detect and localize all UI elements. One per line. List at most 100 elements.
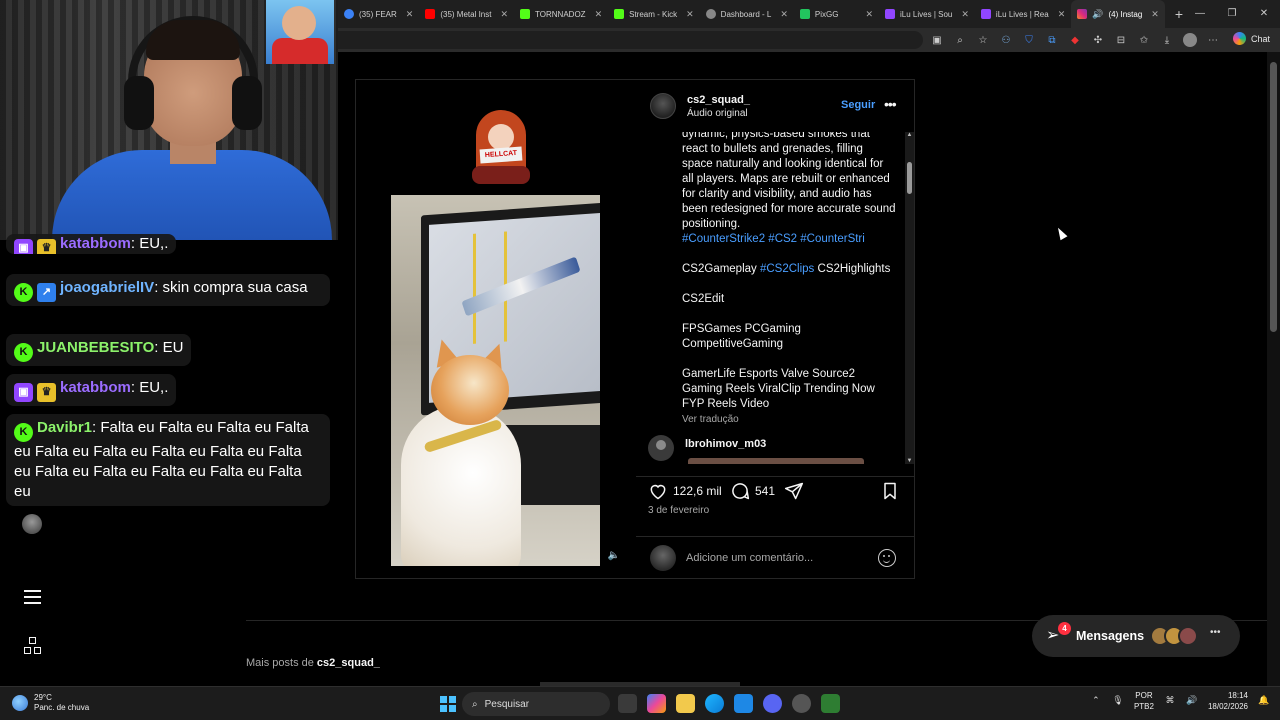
close-icon[interactable]: ✕ <box>961 9 969 20</box>
more-options-icon[interactable]: ⋯ <box>1206 33 1220 47</box>
red-extension-icon[interactable]: ◆ <box>1068 33 1082 47</box>
caption-scrollbar[interactable]: ▲ ▼ <box>905 132 914 464</box>
address-bar[interactable] <box>338 31 923 49</box>
notifications-icon[interactable]: 🔔 <box>1258 695 1270 707</box>
youtube-icon <box>425 9 436 19</box>
video-player[interactable] <box>391 195 600 566</box>
scrollbar-thumb[interactable] <box>1270 62 1277 332</box>
close-icon[interactable]: ✕ <box>780 9 788 20</box>
save-button[interactable] <box>880 481 900 501</box>
author-username[interactable]: cs2_squad_ <box>687 94 750 106</box>
copilot-chat-button[interactable]: Chat <box>1232 32 1270 45</box>
close-icon[interactable]: ✕ <box>595 9 603 20</box>
like-button[interactable]: 122,6 mil <box>648 481 722 501</box>
volume-icon[interactable]: 🔈 <box>604 550 624 566</box>
volume-icon[interactable]: 🔊 <box>1186 695 1198 707</box>
post-info-panel: cs2_squad_ Áudio original Seguir ••• dyn… <box>636 80 914 578</box>
follow-button[interactable]: Seguir <box>841 99 875 111</box>
hashtag-link[interactable]: #CounterStrike2 #CS2 #CounterStri <box>682 233 865 245</box>
app-available-icon[interactable]: ▣ <box>930 33 944 47</box>
close-icon[interactable]: ✕ <box>686 9 694 20</box>
caption-scroll-area[interactable]: dynamic, physics-based smokes that react… <box>636 132 914 464</box>
post-actions: 122,6 mil 541 <box>636 476 914 500</box>
browser-tab[interactable]: iLu Lives | Sou ✕ <box>879 0 975 28</box>
hashtag-link[interactable]: #CS2Clips <box>760 263 814 275</box>
system-tray: ⌃ 🎙 POR PTB2 ⌘ 🔊 18:14 18/02/2026 🔔 <box>1090 690 1270 712</box>
menu-hamburger-icon[interactable] <box>24 590 41 604</box>
taskbar-search[interactable]: ⌕ Pesquisar <box>462 692 610 716</box>
comment-count: 541 <box>755 484 776 498</box>
close-icon[interactable]: ✕ <box>1058 9 1066 20</box>
browser-toolbar: ▣ ⌕ ☆ ⚇ ⛉ ⧉ ◆ ✣ ⊟ ✩ ⤓ ⋯ Chat <box>338 28 1280 52</box>
translate-extension-icon[interactable]: ⧉ <box>1045 33 1059 47</box>
more-options-icon[interactable]: ••• <box>884 96 897 112</box>
comment-input[interactable]: Adicione um comentário... <box>686 552 813 564</box>
profile-avatar[interactable] <box>1183 33 1197 47</box>
superman-poster-image <box>266 0 334 64</box>
tab-favicon-icon <box>344 9 354 19</box>
file-explorer-icon[interactable] <box>676 694 695 713</box>
messages-button[interactable]: ➢ 4 Mensagens ••• <box>1032 615 1240 657</box>
scroll-up-icon[interactable]: ▲ <box>905 132 914 138</box>
more-icon[interactable]: ••• <box>1210 627 1221 638</box>
close-icon[interactable]: ✕ <box>865 9 873 20</box>
browser-tab[interactable]: TORNNADOZ ✕ <box>514 0 608 28</box>
browser-tab[interactable]: (35) FEAR ✕ <box>338 0 419 28</box>
network-icon[interactable]: ⌘ <box>1164 695 1176 707</box>
share-button[interactable] <box>784 481 804 501</box>
discord-icon[interactable] <box>763 694 782 713</box>
twitch-icon <box>980 9 991 19</box>
more-posts-username[interactable]: cs2_squad_ <box>317 657 380 669</box>
page-scrollbar[interactable] <box>1267 52 1280 686</box>
commenter-avatar[interactable] <box>648 435 674 461</box>
emoji-icon[interactable] <box>878 549 896 567</box>
browser-tab[interactable]: (35) Metal Inst ✕ <box>419 0 514 28</box>
windows-start-icon[interactable] <box>440 696 456 712</box>
instagram-icon <box>1077 9 1088 19</box>
edge-icon[interactable] <box>705 694 724 713</box>
close-icon[interactable]: ✕ <box>500 9 508 20</box>
audio-icon[interactable]: 🔊 <box>1092 9 1103 20</box>
download-icon[interactable]: ⤓ <box>1160 33 1174 47</box>
browser-tab[interactable]: Stream - Kick ✕ <box>608 0 700 28</box>
commenter-username[interactable]: lbrohimov_m03 <box>685 438 766 450</box>
verified-badge-icon: ↗ <box>37 283 56 302</box>
puzzle-extensions-icon[interactable]: ✣ <box>1091 33 1105 47</box>
also-from-meta-icon[interactable] <box>24 637 42 655</box>
app-icon[interactable] <box>821 694 840 713</box>
extension-icon[interactable]: ⚇ <box>999 33 1013 47</box>
zoom-icon[interactable]: ⌕ <box>953 33 967 47</box>
twitch-icon <box>885 9 896 19</box>
restore-icon[interactable]: ❐ <box>1216 0 1248 28</box>
weather-widget[interactable]: 29°C Panc. de chuva <box>12 693 89 713</box>
close-icon[interactable]: ✕ <box>406 9 414 20</box>
streamer-webcam <box>0 0 338 240</box>
post-date: 3 de fevereiro <box>648 505 710 516</box>
microphone-icon[interactable]: 🎙 <box>1112 695 1124 707</box>
close-window-icon[interactable]: ✕ <box>1248 0 1280 28</box>
favorite-star-icon[interactable]: ☆ <box>976 33 990 47</box>
minimize-icon[interactable]: — <box>1184 0 1216 28</box>
author-avatar[interactable] <box>650 93 676 119</box>
task-view-icon[interactable] <box>618 694 637 713</box>
language-indicator[interactable]: POR PTB2 <box>1134 690 1154 712</box>
original-audio-link[interactable]: Áudio original <box>687 108 750 119</box>
browser-tab[interactable]: Dashboard - L ✕ <box>700 0 794 28</box>
clock[interactable]: 18:14 18/02/2026 <box>1208 690 1248 712</box>
comment-button[interactable]: 541 <box>730 481 775 501</box>
post-media[interactable]: HELLCAT 🔈 <box>356 80 635 578</box>
copilot-app-icon[interactable] <box>647 694 666 713</box>
see-translation-link[interactable]: Ver tradução <box>682 412 896 427</box>
split-screen-icon[interactable]: ⊟ <box>1114 33 1128 47</box>
store-icon[interactable] <box>734 694 753 713</box>
browser-tab[interactable]: iLu Lives | Rea ✕ <box>975 0 1071 28</box>
scroll-down-icon[interactable]: ▼ <box>905 458 914 464</box>
caption-scrollbar-thumb[interactable] <box>907 162 912 194</box>
chevron-up-icon[interactable]: ⌃ <box>1090 695 1102 707</box>
close-icon[interactable]: ✕ <box>1151 9 1159 20</box>
shield-extension-icon[interactable]: ⛉ <box>1022 33 1036 47</box>
browser-tab[interactable]: PixGG ✕ <box>794 0 879 28</box>
favorites-icon[interactable]: ✩ <box>1137 33 1151 47</box>
obs-icon[interactable] <box>792 694 811 713</box>
browser-tab-active[interactable]: 🔊 (4) Instag ✕ <box>1071 0 1165 28</box>
